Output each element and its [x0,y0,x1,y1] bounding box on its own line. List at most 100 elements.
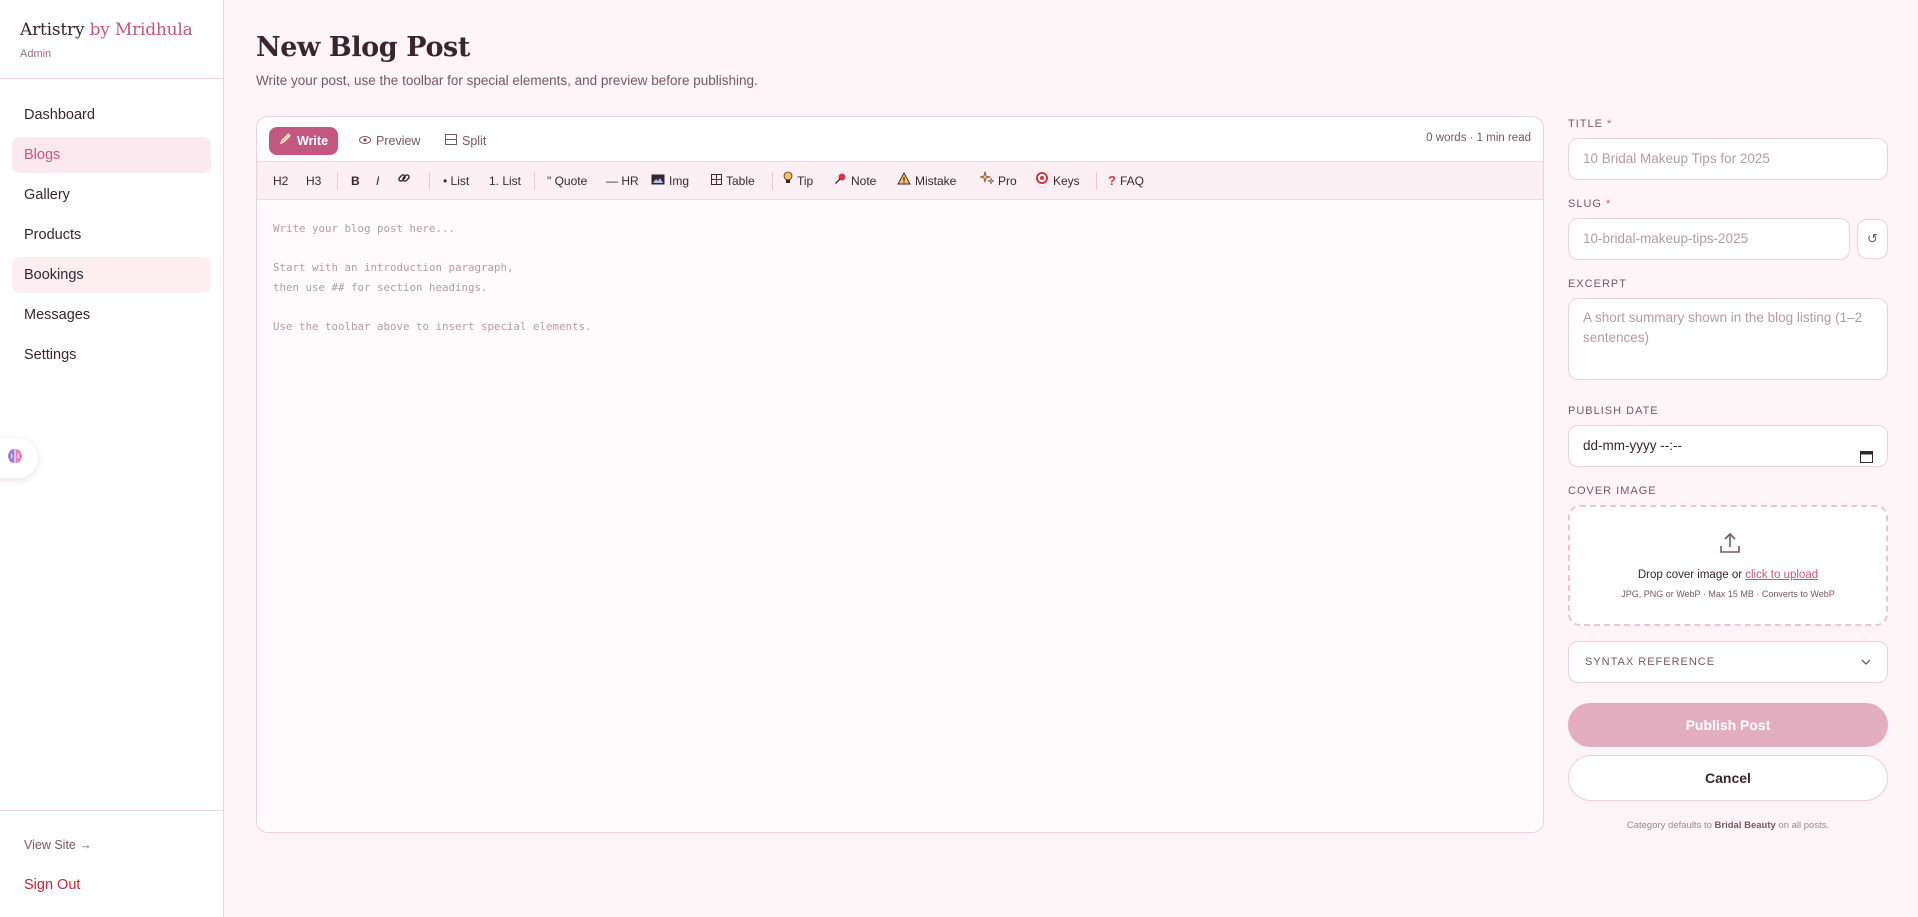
calendar-icon[interactable] [1860,439,1873,479]
syntax-reference-toggle[interactable]: SYNTAX REFERENCE [1568,641,1888,683]
numbered-list-button[interactable]: 1. List [489,162,521,200]
pencil-icon [279,127,292,155]
page-title: New Blog Post [256,32,470,63]
quote-button[interactable]: " Quote [547,162,587,200]
brand-role: Admin [20,48,52,60]
sidebar-item-settings[interactable]: Settings [12,337,211,373]
word-count: 0 words · 1 min read [1426,132,1531,144]
pushpin-icon [834,162,847,200]
note-button-label: Note [851,174,877,188]
slug-label: SLUG * [1568,198,1611,210]
image-button-label: Img [669,174,690,188]
required-mark: * [1607,118,1613,130]
slug-input[interactable]: 10-bridal-makeup-tips-2025 [1568,218,1850,260]
mode-preview-button[interactable]: Preview [349,127,430,155]
keys-button[interactable]: Keys [1035,162,1080,200]
brand-name: Artistry [20,20,85,40]
mode-split-label: Split [462,134,487,148]
mode-split-button[interactable]: Split [435,127,496,155]
title-input[interactable]: 10 Bridal Makeup Tips for 2025 [1568,138,1888,180]
brand: Artistry by Mridhula Admin [0,0,223,79]
lightbulb-icon [783,162,793,200]
eye-icon [359,127,371,155]
upload-icon [1718,531,1742,560]
mode-preview-label: Preview [376,134,421,148]
bullet-list-button[interactable]: • List [443,162,469,200]
tip-button[interactable]: Tip [783,162,813,200]
cover-image-dropzone[interactable]: Drop cover image or click to upload JPG,… [1568,505,1888,626]
sparkles-icon [978,162,995,200]
brain-icon [5,446,25,471]
link-icon [397,162,411,200]
mode-write-button[interactable]: Write [269,127,339,155]
sidebar-item-dashboard[interactable]: Dashboard [12,97,211,133]
question-icon: ? [1108,173,1116,188]
syntax-reference-label: SYNTAX REFERENCE [1585,656,1716,668]
h3-button[interactable]: H3 [306,162,321,200]
view-site-link[interactable]: View Site → [24,838,92,852]
footnote-prefix: Category defaults to [1626,820,1712,831]
sidebar-item-messages[interactable]: Messages [12,297,211,333]
chevron-down-icon [1861,642,1871,682]
target-icon [1035,162,1049,200]
publish-date-label: PUBLISH DATE [1568,405,1659,417]
faq-button[interactable]: ? FAQ [1108,162,1144,200]
pro-button[interactable]: Pro [978,162,1017,200]
bold-button[interactable]: B [351,162,360,200]
click-to-upload-link[interactable]: click to upload [1745,569,1818,581]
sidebar-item-products[interactable]: Products [12,217,211,253]
category-footnote: Category defaults to Bridal Beauty on al… [1568,820,1888,831]
split-icon [445,127,457,155]
image-button[interactable]: Img [651,162,689,200]
editor-panel: Write Preview Split 0 words · 1 min read… [256,116,1544,833]
table-icon [711,162,722,200]
table-button-label: Table [726,174,755,188]
hr-button[interactable]: — HR [606,162,639,200]
note-button[interactable]: Note [834,162,876,200]
page-subtitle: Write your post, use the toolbar for spe… [256,73,758,88]
title-label: TITLE * [1568,118,1612,130]
cover-drop-text: Drop cover image or click to upload [1570,569,1886,581]
brand-by: by Mridhula [89,20,193,40]
toolbar-divider [337,172,338,190]
excerpt-label: EXCERPT [1568,278,1627,290]
footnote-category: Bridal Beauty [1714,820,1776,831]
publish-date-input[interactable]: dd-mm-yyyy --:-- [1568,425,1888,467]
link-button[interactable] [397,162,411,200]
h2-button[interactable]: H2 [273,162,288,200]
cover-hint: JPG, PNG or WebP · Max 15 MB · Converts … [1621,589,1835,599]
toolbar-divider [772,172,773,190]
publish-date-value: dd-mm-yyyy --:-- [1583,438,1682,453]
toolbar-divider [534,172,535,190]
slug-label-text: SLUG [1568,198,1602,210]
cancel-button[interactable]: Cancel [1568,755,1888,801]
sidebar-footer: View Site → Sign Out [0,810,223,917]
cover-drop-label: Drop cover image or [1637,569,1743,581]
editor-textarea[interactable]: Write your blog post here... Start with … [257,200,1543,832]
toolbar-divider [429,172,430,190]
pro-button-label: Pro [998,174,1017,188]
sidebar-item-bookings[interactable]: Bookings [12,257,211,293]
italic-button[interactable]: I [376,162,379,200]
brand-logo[interactable]: Artistry by Mridhula [20,20,203,40]
publish-post-button[interactable]: Publish Post [1568,703,1888,747]
cover-image-label: COVER IMAGE [1568,485,1657,497]
image-icon [651,162,665,200]
excerpt-textarea[interactable]: A short summary shown in the blog listin… [1568,298,1888,380]
table-button[interactable]: Table [711,162,755,200]
toolbar-divider [1096,172,1097,190]
mistake-button[interactable]: Mistake [897,162,956,200]
regenerate-slug-button[interactable]: ↺ [1857,219,1888,259]
sidebar-item-gallery[interactable]: Gallery [12,177,211,213]
mistake-button-label: Mistake [915,174,957,188]
mode-write-label: Write [297,134,329,148]
tip-button-label: Tip [797,174,814,188]
editor-placeholder: Write your blog post here... Start with … [273,222,592,333]
required-mark: * [1606,198,1612,210]
title-label-text: TITLE [1568,118,1603,130]
sidebar-nav: Dashboard Blogs Gallery Products Booking… [0,79,223,373]
sign-out-button[interactable]: Sign Out [24,877,80,893]
keys-button-label: Keys [1053,174,1080,188]
sidebar-item-blogs[interactable]: Blogs [12,137,211,173]
faq-button-label: FAQ [1119,174,1144,188]
